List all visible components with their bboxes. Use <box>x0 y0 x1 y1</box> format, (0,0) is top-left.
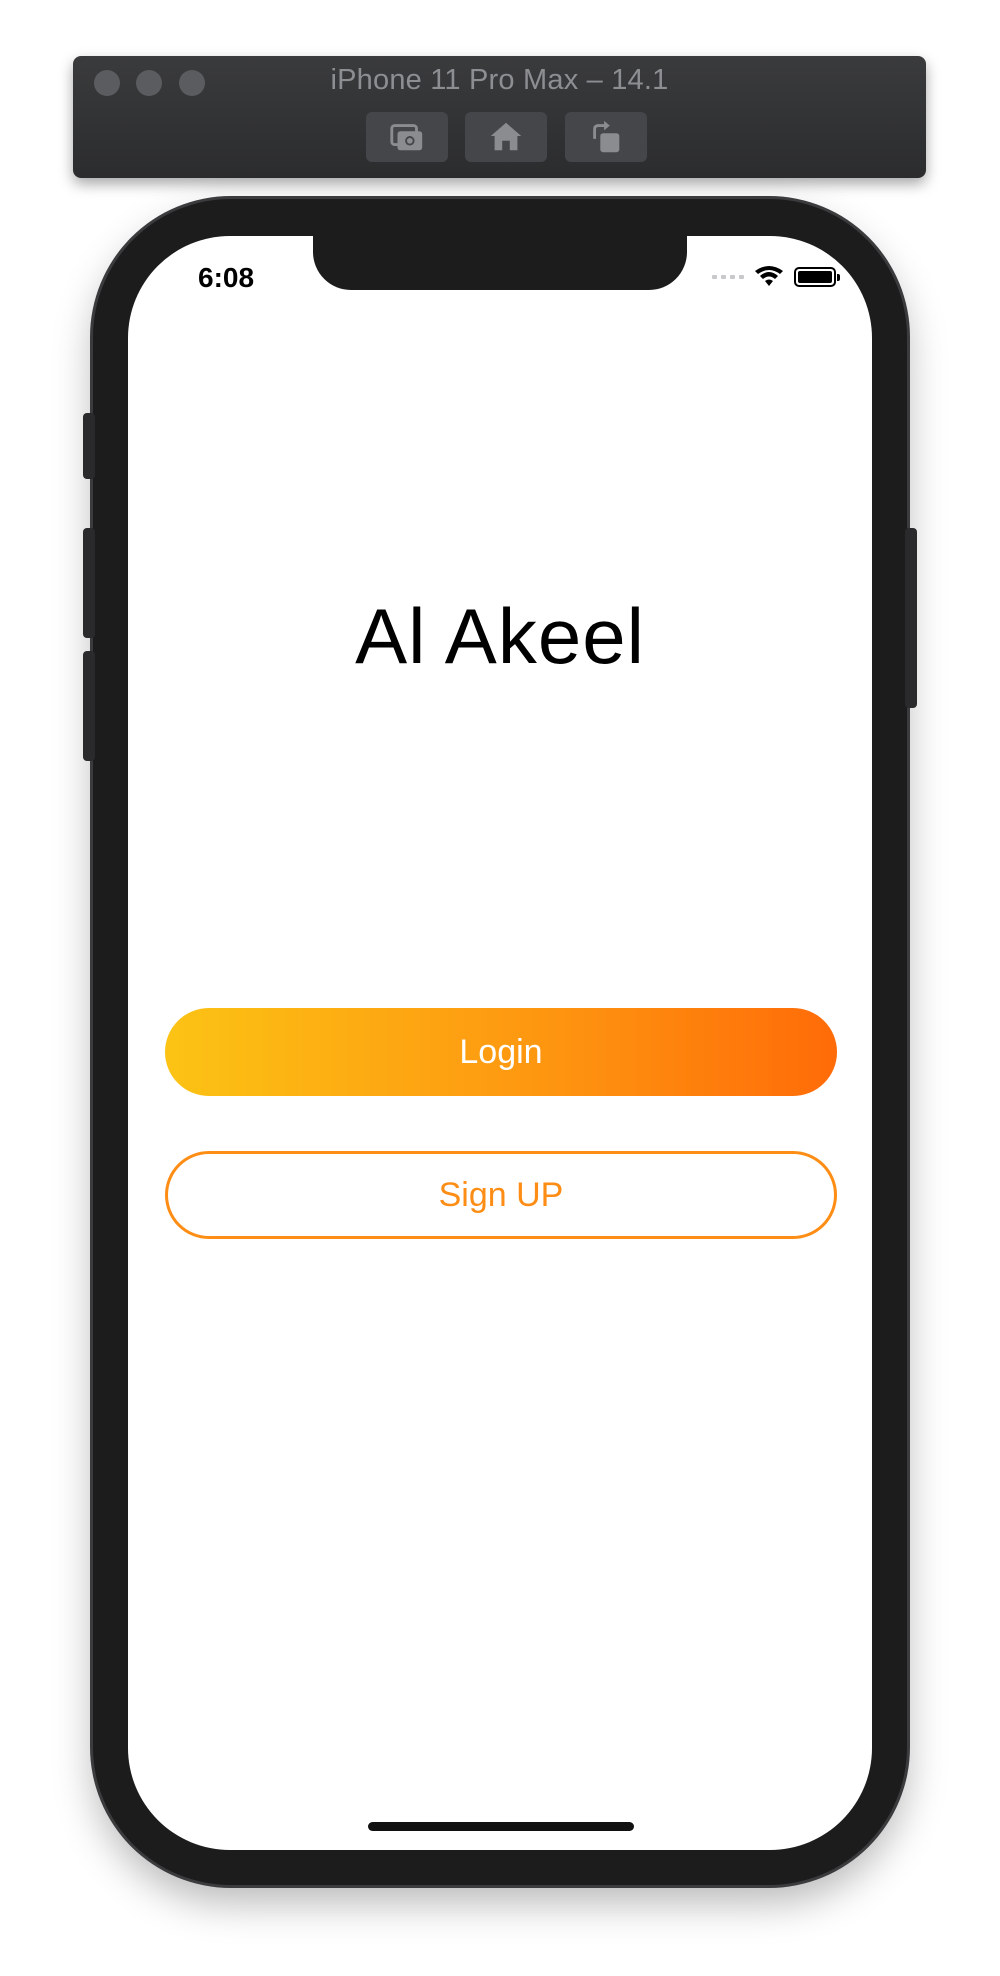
rotate-icon <box>593 120 620 153</box>
power-button <box>905 528 917 708</box>
home-icon <box>490 122 522 151</box>
status-time: 6:08 <box>198 262 255 293</box>
screenshot-button[interactable] <box>366 112 448 162</box>
home-indicator[interactable] <box>368 1822 634 1831</box>
phone-screen: 6:08 Al Akeel Login Sign UP <box>128 236 872 1850</box>
simulator-title: iPhone 11 Pro Max – 14.1 <box>330 64 669 96</box>
battery-icon <box>794 267 840 287</box>
notch <box>313 236 687 290</box>
wifi-icon <box>755 266 783 286</box>
mute-switch <box>83 413 95 479</box>
login-button[interactable]: Login <box>165 1008 837 1096</box>
screenshot-icon <box>390 124 423 151</box>
status-icons <box>712 266 840 288</box>
app-title: Al Akeel <box>355 592 645 680</box>
rotate-button[interactable] <box>565 112 647 162</box>
home-button[interactable] <box>465 112 547 162</box>
signal-icon <box>712 275 744 279</box>
signup-button[interactable]: Sign UP <box>165 1151 837 1239</box>
simulator-stage: iPhone 11 Pro Max – 14.1 6:08 Al Akeel L… <box>0 0 1000 1976</box>
volume-up-button <box>83 528 95 638</box>
volume-down-button <box>83 651 95 761</box>
simulator-toolbar: iPhone 11 Pro Max – 14.1 <box>73 56 926 178</box>
